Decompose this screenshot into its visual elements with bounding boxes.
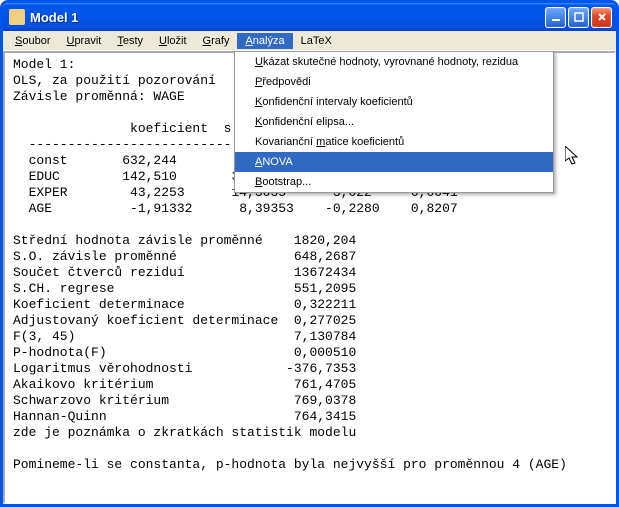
menu-ulozit[interactable]: Uložit <box>151 33 195 49</box>
analyza-dropdown: Ukázat skutečné hodnoty, vyrovnané hodno… <box>234 51 554 193</box>
minimize-button[interactable] <box>545 7 566 28</box>
window-buttons <box>545 7 612 28</box>
line-5: -------------------------- <box>13 137 231 152</box>
dropdown-item-actual-fitted[interactable]: Ukázat skutečné hodnoty, vyrovnané hodno… <box>235 52 553 72</box>
line-17: F(3, 45) 7,130784 <box>13 329 356 344</box>
menu-soubor[interactable]: Soubor <box>7 33 58 49</box>
line-15: Koeficient determinace 0,322211 <box>13 297 356 312</box>
line-19: Logaritmus věrohodnosti -376,7353 <box>13 361 356 376</box>
maximize-button[interactable] <box>568 7 589 28</box>
minimize-icon <box>551 12 561 22</box>
line-9: AGE -1,91332 8,39353 -0,2280 0,8207 <box>13 201 458 216</box>
line-18: P-hodnota(F) 0,000510 <box>13 345 356 360</box>
line-11: Střední hodnota závisle proměnné 1820,20… <box>13 233 356 248</box>
menu-analyza[interactable]: Analýza <box>237 33 292 49</box>
dropdown-item-conf-intervals[interactable]: Konfidenční intervaly koeficientů <box>235 92 553 112</box>
dropdown-item-forecasts[interactable]: Předpovědi <box>235 72 553 92</box>
line-4: koeficient s <box>13 121 231 136</box>
line-21: Schwarzovo kritérium 769,0378 <box>13 393 356 408</box>
line-0: Model 1: <box>13 57 75 72</box>
menu-grafy[interactable]: Grafy <box>195 33 238 49</box>
maximize-icon <box>574 12 584 22</box>
menu-upravit[interactable]: Upravit <box>58 33 109 49</box>
line-1: OLS, za použití pozorování <box>13 73 216 88</box>
line-20: Akaikovo kritérium 761,4705 <box>13 377 356 392</box>
app-window: Model 1 Soubor Upravit Testy Uložit Graf… <box>0 0 619 507</box>
menu-latex[interactable]: LaTeX <box>293 33 340 49</box>
line-14: S.CH. regrese 551,2095 <box>13 281 356 296</box>
titlebar[interactable]: Model 1 <box>3 3 616 31</box>
dropdown-item-anova[interactable]: ANOVA <box>235 152 553 172</box>
line-6: const 632,244 <box>13 153 177 168</box>
close-button[interactable] <box>591 7 612 28</box>
dropdown-item-conf-ellipse[interactable]: Konfidenční elipsa... <box>235 112 553 132</box>
menu-testy[interactable]: Testy <box>109 33 151 49</box>
app-icon <box>9 9 25 25</box>
dropdown-item-bootstrap[interactable]: Bootstrap... <box>235 172 553 192</box>
line-22: Hannan-Quinn 764,3415 <box>13 409 356 424</box>
line-2: Závisle proměnná: WAGE <box>13 89 185 104</box>
close-icon <box>597 12 607 22</box>
window-title: Model 1 <box>30 10 545 25</box>
line-23: zde je poznámka o zkratkách statistik mo… <box>13 425 356 440</box>
dropdown-item-cov-matrix[interactable]: Kovarianční matice koeficientů <box>235 132 553 152</box>
line-16: Adjustovaný koeficient determinace 0,277… <box>13 313 356 328</box>
line-25: Pomineme-li se constanta, p-hodnota byla… <box>13 457 567 472</box>
menubar: Soubor Upravit Testy Uložit Grafy Analýz… <box>3 31 616 51</box>
line-12: S.O. závisle proměnné 648,2687 <box>13 249 356 264</box>
line-13: Součet čtverců reziduí 13672434 <box>13 265 356 280</box>
